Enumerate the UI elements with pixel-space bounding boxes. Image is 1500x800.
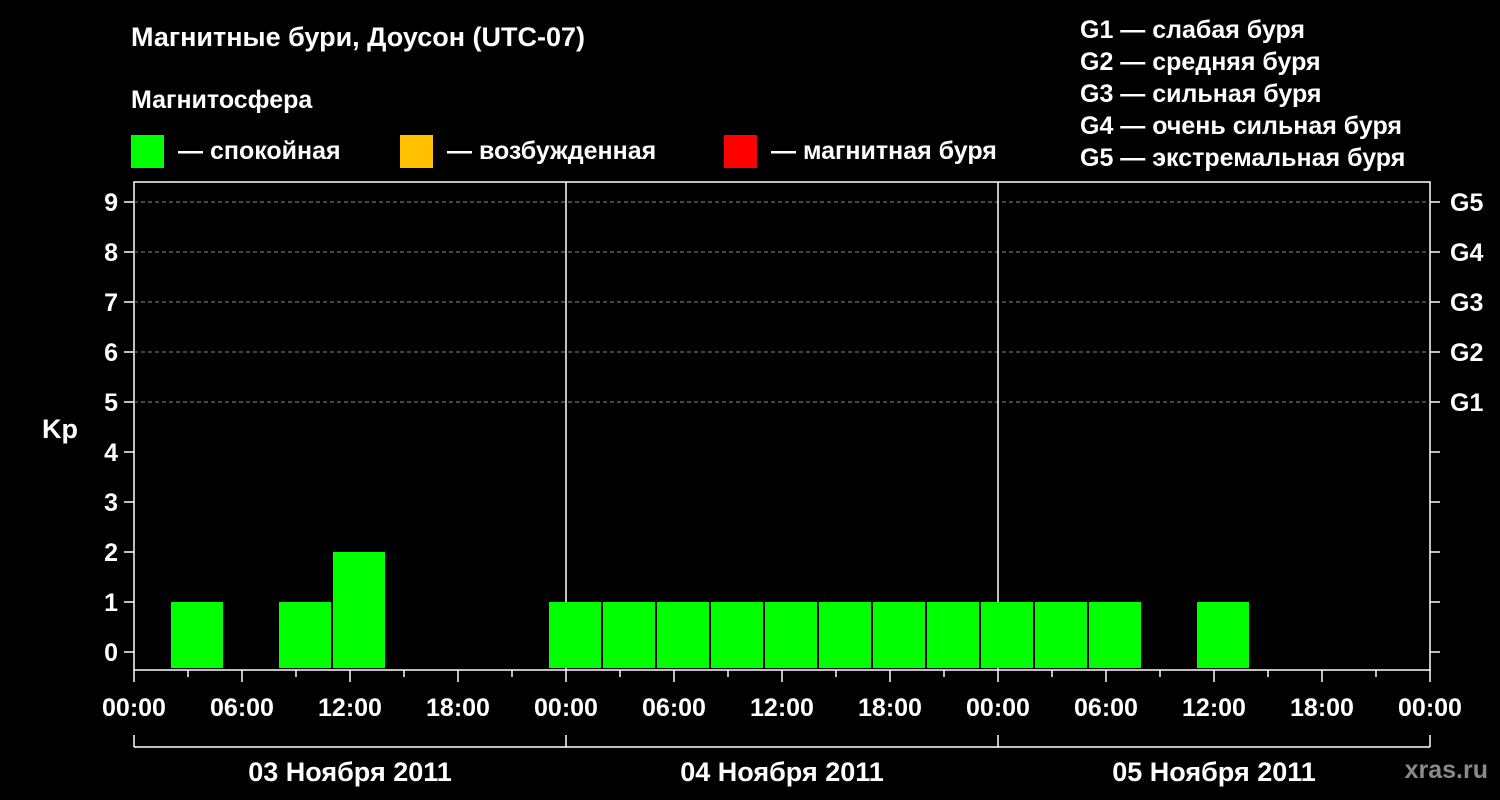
x-tick-label: 06:00 (210, 694, 274, 722)
x-tick-label: 00:00 (534, 694, 598, 722)
y-tick-label: 2 (104, 539, 118, 567)
kp-bar-chart: 0 1 2 3 4 5 6 7 8 9 G1 G2 G3 G4 G5 Kp 00:00 06:00 12:00 18:… (42, 181, 1483, 787)
x-tick-label: 00:00 (966, 694, 1030, 722)
x-tick-label: 00:00 (1398, 694, 1462, 722)
x-tick-label: 12:00 (1182, 694, 1246, 722)
kp-bar (1035, 602, 1087, 668)
kp-bar (171, 602, 223, 668)
x-tick-label: 06:00 (642, 694, 706, 722)
kp-bar (765, 602, 817, 668)
y-tick-label: 9 (104, 189, 118, 217)
kp-bar (657, 602, 709, 668)
x-tick-label: 18:00 (1290, 694, 1354, 722)
kp-bar (981, 602, 1033, 668)
watermark: xras.ru (1404, 756, 1488, 784)
y-tick-label: 4 (104, 439, 118, 467)
g-label-g4: G4 (1450, 239, 1483, 267)
x-tick-label: 00:00 (102, 694, 166, 722)
g-label-g2: G2 (1450, 339, 1483, 367)
kp-bar (819, 602, 871, 668)
y-tick-label: 1 (104, 589, 118, 617)
kp-bar (873, 602, 925, 668)
kp-bar (711, 602, 763, 668)
kp-bar (1197, 602, 1249, 668)
day-label: 05 Ноября 2011 (1112, 757, 1316, 787)
kp-bar (603, 602, 655, 668)
day-label: 03 Ноября 2011 (248, 757, 452, 787)
y-tick-label: 6 (104, 339, 118, 367)
y-tick-label: 8 (104, 239, 118, 267)
kp-bar (1089, 602, 1141, 668)
g-label-g5: G5 (1450, 189, 1483, 217)
x-tick-label: 18:00 (426, 694, 490, 722)
y-tick-label: 5 (104, 389, 118, 417)
g-label-g1: G1 (1450, 389, 1483, 417)
plot-frame (133, 181, 1431, 671)
g-label-g3: G3 (1450, 289, 1483, 317)
x-tick-label: 12:00 (750, 694, 814, 722)
kp-bar (927, 602, 979, 668)
x-tick-label: 18:00 (858, 694, 922, 722)
y-tick-label: 3 (104, 489, 118, 517)
x-tick-label: 06:00 (1074, 694, 1138, 722)
kp-bar (549, 602, 601, 668)
x-tick-label: 12:00 (318, 694, 382, 722)
day-label: 04 Ноября 2011 (680, 757, 884, 787)
y-tick-label: 0 (104, 639, 118, 667)
y-tick-label: 7 (104, 289, 118, 317)
kp-bar (279, 602, 331, 668)
kp-bar (333, 552, 385, 668)
y-axis-label: Kp (42, 414, 78, 444)
